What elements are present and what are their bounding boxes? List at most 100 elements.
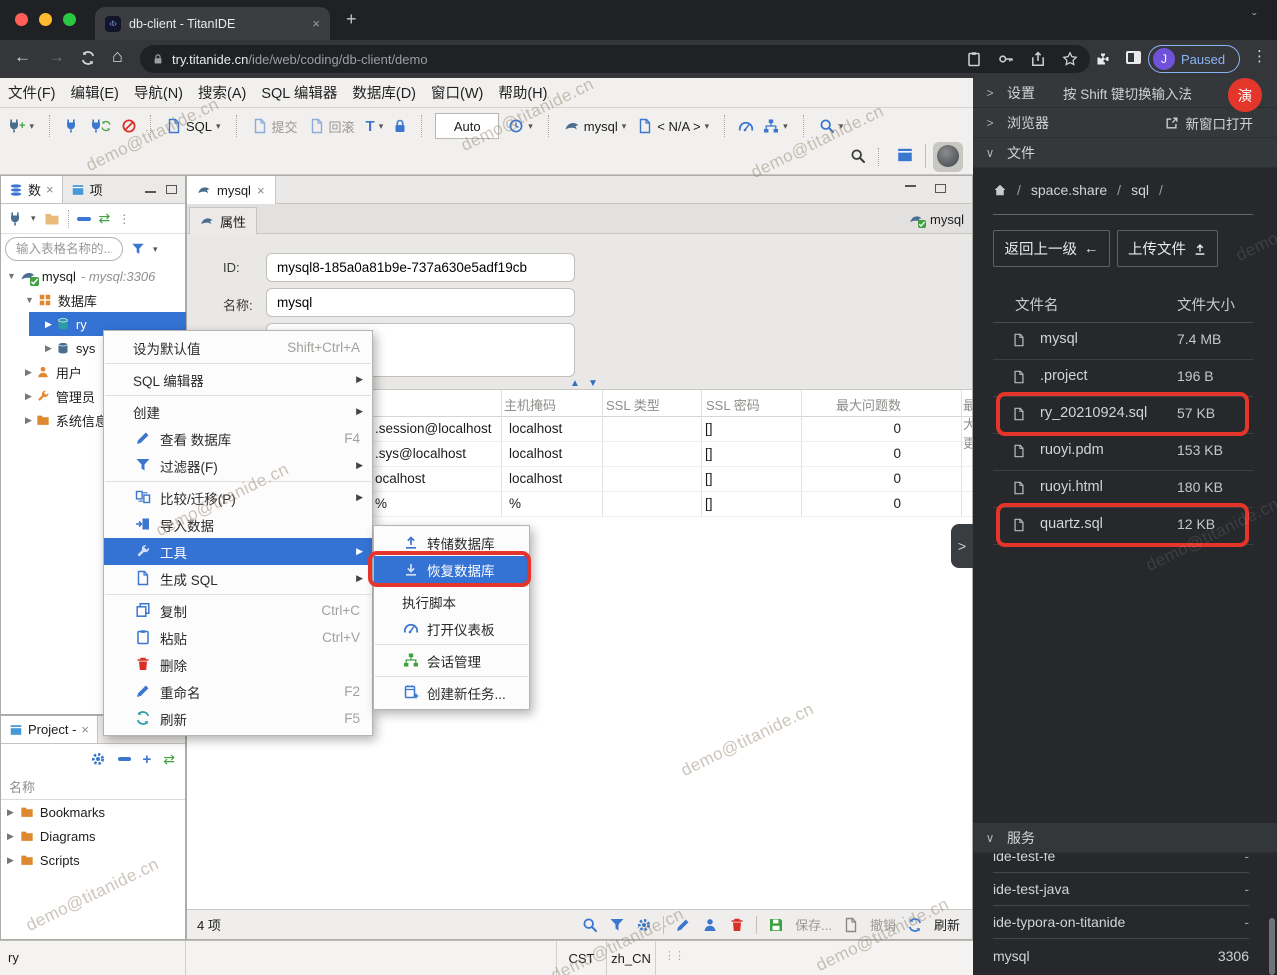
file-row-quartz-sql[interactable]: quartz.sql 12 KB bbox=[973, 507, 1277, 545]
password-key-icon[interactable] bbox=[998, 51, 1014, 67]
delete-trash-icon[interactable] bbox=[729, 917, 745, 933]
dashboard-gauge-icon[interactable] bbox=[738, 118, 754, 134]
browser-tab[interactable]: ‹t› db-client - TitanIDE × bbox=[95, 7, 330, 40]
commit-button[interactable]: 提交 bbox=[250, 114, 300, 138]
menu-file[interactable]: 文件(F) bbox=[8, 82, 56, 103]
back-button[interactable]: ← bbox=[14, 47, 31, 67]
menu-item-delete[interactable]: 删除 bbox=[104, 651, 372, 678]
omnibox[interactable]: try.titanide.cn /ide/web/coding/db-clien… bbox=[140, 45, 1090, 73]
editor-tab-mysql[interactable]: mysql × bbox=[187, 176, 276, 204]
grid-filter-icon[interactable] bbox=[609, 917, 625, 933]
menu-item-generate-sql[interactable]: 生成 SQL ▶ bbox=[104, 565, 372, 592]
link-editor-icon[interactable]: ⇄ bbox=[163, 751, 175, 768]
database-select[interactable]: mysql ▾ bbox=[562, 114, 628, 138]
expander-icon[interactable]: ▼ bbox=[7, 271, 16, 281]
menu-window[interactable]: 窗口(W) bbox=[431, 82, 483, 103]
profile-button[interactable]: J Paused bbox=[1148, 45, 1240, 73]
browser-menu-kebab-icon[interactable]: ⋮ bbox=[1252, 47, 1267, 65]
menu-edit[interactable]: 编辑(E) bbox=[71, 82, 119, 103]
id-field[interactable] bbox=[266, 253, 575, 282]
file-row-mysql[interactable]: mysql 7.4 MB bbox=[973, 322, 1277, 360]
back-up-level-button[interactable]: 返回上一级 ← bbox=[993, 230, 1110, 267]
rollback-button[interactable]: 回滚 bbox=[307, 114, 357, 138]
status-grip[interactable]: ⋮⋮ bbox=[664, 949, 685, 962]
menu-help[interactable]: 帮助(H) bbox=[498, 82, 547, 103]
tab-close-icon[interactable]: × bbox=[312, 16, 320, 31]
tab-project[interactable]: Project - × bbox=[1, 716, 98, 743]
revert-doc-icon[interactable] bbox=[843, 917, 859, 933]
save-disk-icon[interactable] bbox=[768, 917, 784, 933]
menu-item-tools[interactable]: 工具 ▶ bbox=[104, 538, 372, 565]
menu-item-create[interactable]: 创建 ▶ bbox=[104, 398, 372, 425]
menu-navigate[interactable]: 导航(N) bbox=[134, 82, 183, 103]
submenu-item-create-task[interactable]: 创建新任务... bbox=[374, 679, 529, 706]
menu-item-set-default[interactable]: 设为默认值 Shift+Ctrl+A bbox=[104, 334, 372, 361]
table-filter-input[interactable] bbox=[5, 237, 123, 261]
sidebar-section-services[interactable]: ∨ 服务 bbox=[973, 823, 1277, 853]
traffic-light-zoom[interactable] bbox=[63, 13, 76, 26]
network-button[interactable]: ▾ bbox=[761, 114, 790, 138]
submenu-item-dump-database[interactable]: 转储数据库 bbox=[374, 529, 529, 556]
disconnect-icon[interactable] bbox=[121, 118, 137, 134]
menu-item-filter[interactable]: 过滤器(F) ▶ bbox=[104, 452, 372, 479]
submenu-item-restore-database[interactable]: 恢复数据库 bbox=[374, 556, 529, 583]
traffic-light-close[interactable] bbox=[15, 13, 28, 26]
file-row-ruoyi-html[interactable]: ruoyi.html 180 KB bbox=[973, 470, 1277, 508]
home-icon[interactable] bbox=[993, 183, 1007, 197]
save-button[interactable]: 保存... bbox=[795, 915, 832, 934]
grid-settings-gear-icon[interactable] bbox=[636, 917, 652, 933]
forward-button[interactable]: → bbox=[48, 47, 65, 67]
menu-item-rename[interactable]: 重命名 F2 bbox=[104, 678, 372, 705]
undo-button[interactable]: 撤销 bbox=[870, 915, 896, 934]
close-icon[interactable]: × bbox=[46, 182, 54, 197]
collapse-form-icon[interactable]: ▼ bbox=[588, 378, 598, 389]
sql-editor-button[interactable]: SQL ▾ bbox=[164, 114, 223, 138]
file-row-ruoyi-pdm[interactable]: ruoyi.pdm 153 KB bbox=[973, 433, 1277, 471]
menu-item-refresh[interactable]: 刷新 F5 bbox=[104, 705, 372, 732]
breadcrumb-sql[interactable]: sql bbox=[1131, 182, 1149, 198]
service-row-ide-test-fe[interactable]: ide-test-fe - bbox=[993, 853, 1249, 873]
lock-toolbar-icon[interactable] bbox=[392, 118, 408, 134]
share-icon[interactable] bbox=[1030, 51, 1046, 67]
open-new-window-button[interactable]: 新窗口打开 bbox=[1165, 113, 1253, 133]
collapse-all-icon[interactable] bbox=[76, 216, 91, 221]
name-field[interactable] bbox=[266, 288, 575, 317]
edit-pencil-icon[interactable] bbox=[675, 917, 691, 933]
menu-database[interactable]: 数据库(D) bbox=[352, 82, 416, 103]
tab-strip-chevron-icon[interactable]: ˇ bbox=[1252, 10, 1257, 26]
close-icon[interactable]: × bbox=[81, 722, 89, 737]
sidebar-scrollbar[interactable] bbox=[1269, 918, 1275, 975]
menu-item-import-data[interactable]: 导入数据 bbox=[104, 511, 372, 538]
breadcrumb-space-share[interactable]: space.share bbox=[1031, 182, 1107, 198]
tab-projects[interactable]: 项 bbox=[63, 176, 111, 203]
status-locale[interactable]: zh_CN bbox=[606, 941, 656, 975]
user-avatar[interactable] bbox=[933, 142, 963, 172]
refresh-icon[interactable] bbox=[907, 917, 923, 933]
tab-database-navigator[interactable]: 数 × bbox=[1, 176, 63, 203]
minimize-editor-icon[interactable] bbox=[905, 185, 916, 187]
more-options-kebab-icon[interactable]: ⋮ bbox=[118, 212, 130, 226]
clipboard-icon[interactable] bbox=[966, 51, 982, 67]
submenu-item-session-manager[interactable]: 会话管理 bbox=[374, 647, 529, 674]
menu-item-copy[interactable]: 复制 Ctrl+C bbox=[104, 597, 372, 624]
maximize-editor-icon[interactable] bbox=[935, 184, 946, 193]
traffic-light-minimize[interactable] bbox=[39, 13, 52, 26]
tree-node-databases[interactable]: ▼ 数据库 bbox=[1, 288, 185, 312]
tree-node-bookmarks[interactable]: ▶ Bookmarks bbox=[1, 800, 185, 824]
extensions-puzzle-icon[interactable] bbox=[1095, 51, 1111, 67]
close-icon[interactable]: × bbox=[257, 183, 265, 198]
menu-item-sql-editor[interactable]: SQL 编辑器 ▶ bbox=[104, 366, 372, 393]
filter-funnel-icon[interactable] bbox=[131, 242, 145, 256]
tree-node-diagrams[interactable]: ▶ Diagrams bbox=[1, 824, 185, 848]
refresh-button[interactable]: 刷新 bbox=[934, 915, 960, 934]
submenu-item-execute-script[interactable]: 执行脚本 bbox=[374, 588, 529, 615]
reload-button[interactable] bbox=[80, 50, 96, 66]
add-user-icon[interactable] bbox=[702, 917, 718, 933]
sidebar-expand-handle[interactable]: > bbox=[951, 524, 973, 568]
menu-item-paste[interactable]: 粘贴 Ctrl+V bbox=[104, 624, 372, 651]
minimize-panel-icon[interactable] bbox=[145, 190, 156, 193]
home-button[interactable]: ⌂ bbox=[112, 46, 123, 67]
maximize-panel-icon[interactable] bbox=[166, 185, 177, 194]
service-row-ide-typora[interactable]: ide-typora-on-titanide - bbox=[993, 906, 1249, 939]
upload-file-button[interactable]: 上传文件 bbox=[1117, 230, 1218, 267]
